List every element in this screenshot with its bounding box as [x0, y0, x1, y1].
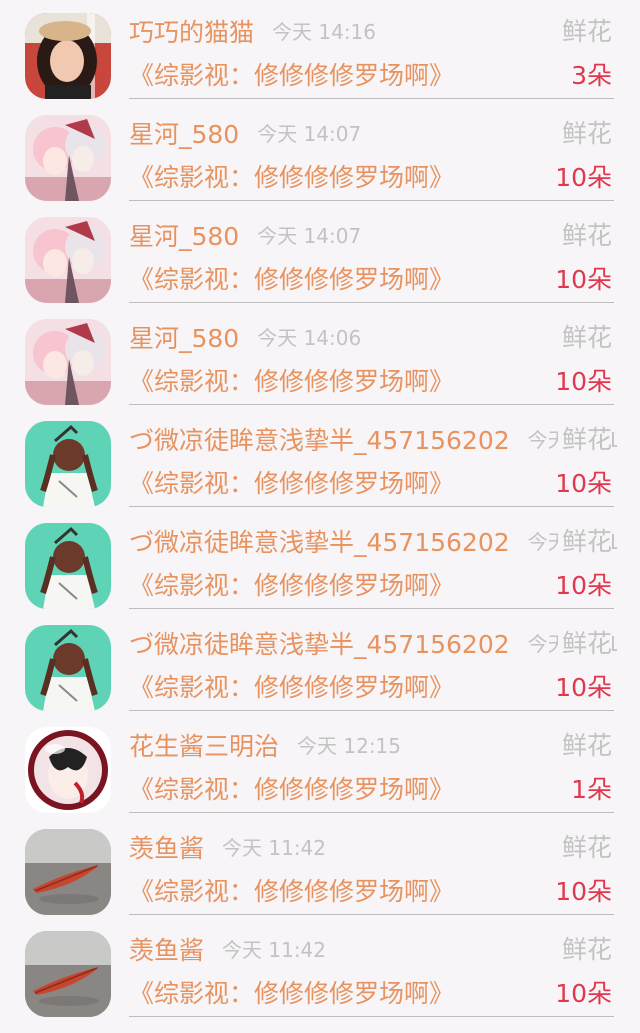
gift-count: 10朵	[551, 976, 612, 1012]
gift-count: 3朵	[567, 58, 612, 94]
row-divider	[129, 914, 614, 915]
gift-record-list: 巧巧的猫猫 今天 14:16 《综影视：修修修修罗场啊》 鲜花 3朵 星河_580…	[0, 0, 640, 1033]
book-title[interactable]: 《综影视：修修修修罗场啊》	[129, 568, 454, 604]
book-title[interactable]: 《综影视：修修修修罗场啊》	[129, 874, 454, 910]
gift-type: 鲜花	[557, 320, 612, 356]
gift-time: 今天 14:06	[257, 326, 362, 350]
sender-name[interactable]: づ微凉徒眸意浅挚半_457156202	[129, 630, 510, 659]
sender-name-line: づ微凉徒眸意浅挚半_457156202今天 12:1	[129, 422, 619, 459]
avatar-orb-red[interactable]	[25, 727, 111, 813]
gift-time: 今天 11:42	[222, 836, 327, 860]
row-divider	[129, 710, 614, 711]
gift-record-row[interactable]: 花生酱三明治 今天 12:15 《综影视：修修修修罗场啊》 鲜花 1朵	[0, 714, 640, 816]
gift-count: 10朵	[551, 466, 612, 502]
row-divider	[129, 608, 614, 609]
gift-type: 鲜花	[557, 524, 612, 560]
row-divider	[129, 404, 614, 405]
gift-count: 10朵	[551, 262, 612, 298]
sender-name-line: 羡鱼酱 今天 11:42	[129, 830, 326, 867]
gift-record-row[interactable]: 星河_580 今天 14:06 《综影视：修修修修罗场啊》 鲜花 10朵	[0, 306, 640, 408]
avatar-leaf-street[interactable]	[25, 829, 111, 915]
gift-time: 今天 14:07	[257, 122, 362, 146]
book-title[interactable]: 《综影视：修修修修罗场啊》	[129, 160, 454, 196]
gift-record-row[interactable]: づ微凉徒眸意浅挚半_457156202今天 12:1 《综影视：修修修修罗场啊》…	[0, 510, 640, 612]
gift-record-row[interactable]: 星河_580 今天 14:07 《综影视：修修修修罗场啊》 鲜花 10朵	[0, 102, 640, 204]
book-title[interactable]: 《综影视：修修修修罗场啊》	[129, 670, 454, 706]
row-divider	[129, 302, 614, 303]
sender-name-line: づ微凉徒眸意浅挚半_457156202今天 12:1	[129, 626, 619, 663]
sender-name-line: 星河_580 今天 14:06	[129, 320, 361, 357]
sender-name[interactable]: 羡鱼酱	[129, 834, 204, 863]
gift-record-row[interactable]: 星河_580 今天 14:07 《综影视：修修修修罗场啊》 鲜花 10朵	[0, 204, 640, 306]
book-title[interactable]: 《综影视：修修修修罗场啊》	[129, 364, 454, 400]
avatar-photo-woman[interactable]	[25, 13, 111, 99]
gift-record-row[interactable]: づ微凉徒眸意浅挚半_457156202今天 12:1 《综影视：修修修修罗场啊》…	[0, 408, 640, 510]
book-title[interactable]: 《综影视：修修修修罗场啊》	[129, 58, 454, 94]
gift-count: 10朵	[551, 364, 612, 400]
gift-type: 鲜花	[557, 116, 612, 152]
avatar-girl-green[interactable]	[25, 523, 111, 609]
book-title[interactable]: 《综影视：修修修修罗场啊》	[129, 976, 454, 1012]
row-divider	[129, 812, 614, 813]
avatar-girl-green[interactable]	[25, 625, 111, 711]
sender-name[interactable]: 星河_580	[129, 324, 239, 353]
sender-name[interactable]: 巧巧的猫猫	[129, 18, 254, 47]
gift-time: 今天 14:16	[272, 20, 377, 44]
sender-name-line: 巧巧的猫猫 今天 14:16	[129, 14, 376, 51]
gift-count: 10朵	[551, 160, 612, 196]
gift-record-row[interactable]: 羡鱼酱 今天 11:42 《综影视：修修修修罗场啊》 鲜花 10朵	[0, 816, 640, 918]
gift-type: 鲜花	[557, 218, 612, 254]
gift-time: 今天 12:15	[297, 734, 402, 758]
row-divider	[129, 98, 614, 99]
book-title[interactable]: 《综影视：修修修修罗场啊》	[129, 772, 454, 808]
gift-time: 今天 11:42	[222, 938, 327, 962]
gift-type: 鲜花	[557, 422, 612, 458]
row-divider	[129, 200, 614, 201]
gift-record-row[interactable]: 羡鱼酱 今天 11:42 《综影视：修修修修罗场啊》 鲜花 10朵	[0, 918, 640, 1020]
gift-type: 鲜花	[557, 932, 612, 968]
sender-name-line: 羡鱼酱 今天 11:42	[129, 932, 326, 969]
sender-name[interactable]: 星河_580	[129, 222, 239, 251]
avatar-leaf-street[interactable]	[25, 931, 111, 1017]
book-title[interactable]: 《综影视：修修修修罗场啊》	[129, 262, 454, 298]
gift-type: 鲜花	[557, 14, 612, 50]
gift-count: 10朵	[551, 568, 612, 604]
row-divider	[129, 506, 614, 507]
gift-record-row[interactable]: 巧巧的猫猫 今天 14:16 《综影视：修修修修罗场啊》 鲜花 3朵	[0, 0, 640, 102]
gift-count: 10朵	[551, 874, 612, 910]
row-divider	[129, 1016, 614, 1017]
sender-name-line: 星河_580 今天 14:07	[129, 116, 361, 153]
gift-record-row[interactable]: づ微凉徒眸意浅挚半_457156202今天 12:1 《综影视：修修修修罗场啊》…	[0, 612, 640, 714]
sender-name-line: 花生酱三明治 今天 12:15	[129, 728, 401, 765]
gift-type: 鲜花	[557, 728, 612, 764]
gift-type: 鲜花	[557, 830, 612, 866]
sender-name-line: 星河_580 今天 14:07	[129, 218, 361, 255]
sender-name[interactable]: づ微凉徒眸意浅挚半_457156202	[129, 426, 510, 455]
gift-count: 10朵	[551, 670, 612, 706]
sender-name[interactable]: づ微凉徒眸意浅挚半_457156202	[129, 528, 510, 557]
sender-name[interactable]: 星河_580	[129, 120, 239, 149]
sender-name[interactable]: 花生酱三明治	[129, 732, 279, 761]
sender-name[interactable]: 羡鱼酱	[129, 936, 204, 965]
avatar-girl-green[interactable]	[25, 421, 111, 507]
gift-time: 今天 14:07	[257, 224, 362, 248]
avatar-anime-pink[interactable]	[25, 319, 111, 405]
book-title[interactable]: 《综影视：修修修修罗场啊》	[129, 466, 454, 502]
sender-name-line: づ微凉徒眸意浅挚半_457156202今天 12:1	[129, 524, 619, 561]
gift-count: 1朵	[567, 772, 612, 808]
avatar-anime-pink[interactable]	[25, 115, 111, 201]
gift-type: 鲜花	[557, 626, 612, 662]
avatar-anime-pink[interactable]	[25, 217, 111, 303]
